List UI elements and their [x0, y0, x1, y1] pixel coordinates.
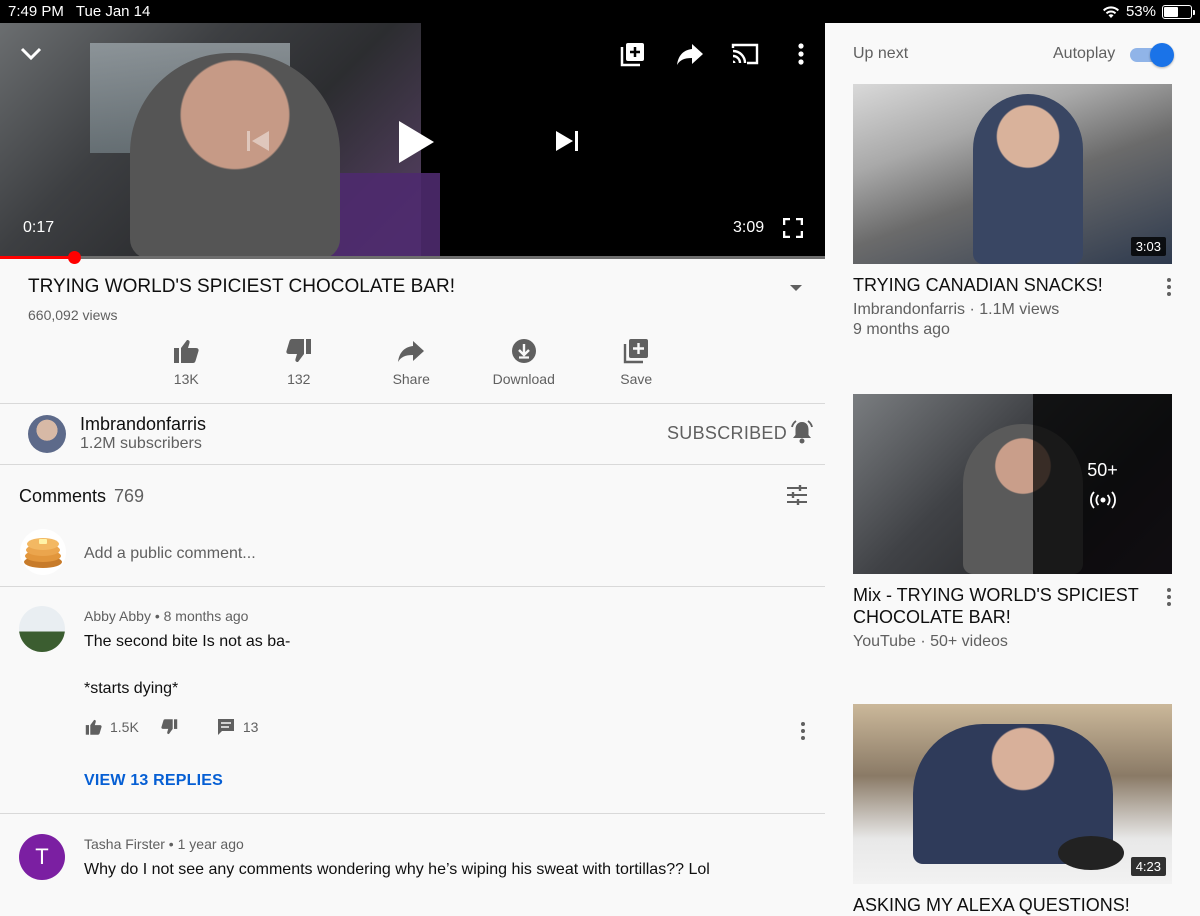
dislike-count: 132	[287, 371, 311, 387]
battery-icon	[1162, 4, 1195, 19]
mix-count: 50+	[1087, 459, 1118, 480]
sort-filter-icon[interactable]	[786, 484, 808, 511]
comment-like-count: 1.5K	[110, 719, 139, 735]
video-title[interactable]: TRYING CANADIAN SNACKS!	[853, 274, 1153, 296]
next-icon[interactable]	[553, 127, 581, 155]
like-count: 13K	[173, 371, 199, 387]
mix-thumbnail[interactable]: 50+	[853, 394, 1172, 574]
video-channel-views: Imbrandonfarris · 1.1M views	[853, 301, 1060, 318]
divider	[0, 586, 825, 587]
save-icon	[624, 339, 649, 364]
comments-count: 769	[114, 486, 145, 506]
minimize-chevron-icon[interactable]	[18, 41, 44, 67]
save-label: Save	[620, 371, 653, 387]
cast-icon[interactable]	[730, 41, 760, 67]
comment-meta: Abby Abby • 8 months ago	[84, 608, 249, 624]
comments-label: Comments	[19, 486, 107, 506]
download-label: Download	[492, 371, 555, 387]
channel-subscribers: 1.2M subscribers	[80, 435, 202, 452]
video-more-icon[interactable]	[1167, 278, 1171, 296]
comment-actions: 1.5K 13	[84, 718, 258, 736]
my-avatar-pancake-icon	[20, 529, 66, 575]
video-thumbnail[interactable]: 3:03	[853, 84, 1172, 264]
download-icon	[511, 339, 536, 363]
video-title: TRYING WORLD'S SPICIEST CHOCOLATE BAR!	[28, 276, 455, 297]
action-row: 13K 132 Share Download Save	[130, 337, 693, 387]
channel-avatar[interactable]	[28, 415, 66, 453]
reply-icon[interactable]	[217, 718, 235, 736]
like-button[interactable]: 13K	[130, 337, 243, 387]
progress-fill	[0, 256, 75, 259]
comment-meta: Tasha Firster • 1 year ago	[84, 836, 244, 852]
play-icon[interactable]	[396, 119, 436, 165]
mix-overlay: 50+	[1033, 394, 1172, 574]
video-views: 660,092 views	[28, 307, 118, 323]
view-replies-link[interactable]: VIEW 13 REPLIES	[84, 772, 223, 790]
total-duration: 3:09	[733, 219, 765, 236]
thumbs-down-icon	[286, 339, 311, 362]
status-time: 7:49 PM	[8, 3, 64, 20]
fullscreen-icon[interactable]	[782, 217, 804, 239]
dislike-button[interactable]: 132	[243, 337, 356, 387]
comment-age: 8 months ago	[163, 608, 249, 624]
divider	[0, 813, 825, 814]
channel-row[interactable]: Imbrandonfarris 1.2M subscribers SUBSCRI…	[0, 403, 825, 463]
wifi-icon	[1102, 5, 1119, 18]
scrubber-handle[interactable]	[68, 251, 82, 264]
share-label: Share	[392, 371, 430, 387]
mix-radio-icon	[1089, 490, 1116, 509]
comments-header[interactable]: Comments 769	[19, 486, 144, 507]
comment-author[interactable]: Abby Abby	[84, 608, 151, 624]
divider	[0, 464, 825, 465]
save-button[interactable]: Save	[580, 337, 693, 387]
battery-percent: 53%	[1125, 3, 1156, 20]
share-icon[interactable]	[676, 41, 704, 67]
status-date: Tue Jan 14	[75, 3, 151, 20]
add-comment-input[interactable]: Add a public comment...	[84, 545, 256, 563]
expand-description-icon[interactable]	[790, 285, 802, 291]
mix-title[interactable]: Mix - TRYING WORLD'S SPICIEST CHOCOLATE …	[853, 584, 1153, 628]
comment-text: The second bite Is not as ba-	[84, 633, 291, 650]
comment-more-icon[interactable]	[801, 722, 805, 740]
comment-text-line-2: *starts dying*	[84, 680, 179, 697]
video-thumbnail[interactable]: 4:23	[853, 704, 1172, 884]
mix-meta: YouTube · 50+ videos	[853, 633, 1008, 650]
notification-bell-icon[interactable]	[789, 419, 815, 450]
previous-icon	[244, 127, 272, 155]
up-next-panel: Up next Autoplay 3:03 TRYING CANADIAN SN…	[825, 23, 1200, 915]
current-time: 0:17	[23, 219, 55, 236]
download-button[interactable]: Download	[468, 337, 581, 387]
video-player[interactable]: 0:17 3:09	[0, 23, 825, 259]
comment-like-icon[interactable]	[84, 718, 103, 736]
comment-text: Why do I not see any comments wondering …	[84, 861, 710, 878]
avatar-initial: T	[35, 844, 49, 869]
autoplay-toggle[interactable]	[1130, 43, 1174, 67]
video-frame	[0, 23, 440, 259]
more-options-icon[interactable]	[791, 41, 811, 67]
video-title[interactable]: ASKING MY ALEXA QUESTIONS!	[853, 894, 1153, 916]
comment-dislike-icon[interactable]	[160, 718, 179, 736]
up-next-label: Up next	[853, 45, 909, 62]
progress-bar[interactable]	[0, 251, 825, 264]
status-bar: 7:49 PM Tue Jan 14 53%	[0, 0, 1200, 23]
comment-avatar[interactable]: T	[19, 834, 65, 880]
comment-age: 1 year ago	[177, 836, 244, 852]
comment-author[interactable]: Tasha Firster	[84, 836, 165, 852]
comment-avatar[interactable]	[19, 606, 65, 652]
subscribed-button[interactable]: SUBSCRIBED	[667, 423, 787, 444]
video-duration: 4:23	[1130, 857, 1166, 876]
autoplay-label: Autoplay	[1053, 45, 1116, 62]
thumbs-up-icon	[174, 340, 199, 363]
video-duration: 3:03	[1130, 237, 1166, 256]
mix-more-icon[interactable]	[1167, 588, 1171, 606]
share-button[interactable]: Share	[355, 337, 468, 387]
share-icon	[398, 341, 425, 362]
add-to-playlist-icon[interactable]	[620, 41, 646, 67]
channel-name[interactable]: Imbrandonfarris	[80, 414, 206, 435]
reply-count: 13	[242, 719, 259, 735]
video-age: 9 months ago	[853, 321, 950, 338]
